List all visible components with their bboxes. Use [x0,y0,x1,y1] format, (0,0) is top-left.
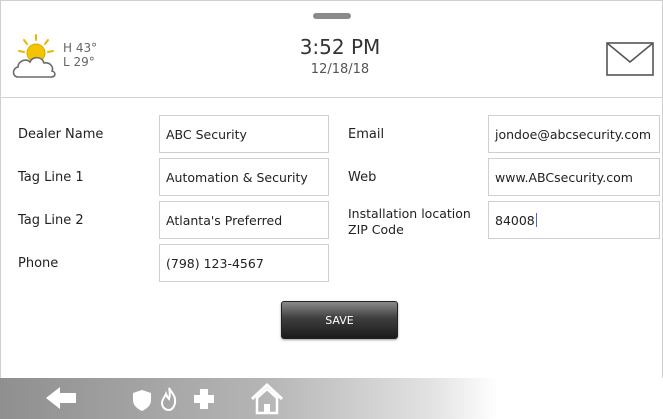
tag-line-1-label: Tag Line 1 [18,170,84,185]
tag-line-2-field[interactable]: Atlanta's Preferred [159,201,329,239]
fire-icon[interactable] [158,378,180,419]
temperature-low: L 29° [63,55,95,69]
zip-label: Installation location ZIP Code [348,206,471,237]
pull-down-handle[interactable] [313,13,351,19]
back-arrow-icon[interactable] [42,378,82,419]
header-divider [0,97,663,98]
dealer-name-label: Dealer Name [18,127,104,142]
bottom-nav-bar [0,378,663,419]
phone-label: Phone [18,256,59,271]
temperature-high: H 43° [63,41,98,55]
text-cursor [535,213,537,227]
home-icon[interactable] [249,378,285,419]
phone-field[interactable]: (798) 123-4567 [159,244,329,282]
weather-widget: H 43° L 29° [10,33,120,83]
partly-sunny-icon [12,34,56,78]
shield-icon[interactable] [130,378,154,419]
medical-cross-icon[interactable] [191,378,217,419]
tag-line-1-field[interactable]: Automation & Security [159,158,329,196]
clock-date: 12/18/18 [310,62,370,77]
save-button[interactable]: SAVE [281,301,398,339]
email-label: Email [348,127,385,142]
clock-time: 3:52 PM [299,35,381,59]
tag-line-2-label: Tag Line 2 [18,213,84,228]
envelope-icon[interactable] [606,42,654,76]
dealer-name-field[interactable]: ABC Security [159,115,329,153]
web-field[interactable]: www.ABCsecurity.com [488,158,660,196]
zip-value: 84008 [495,212,535,228]
zip-field[interactable]: 84008 [488,201,660,239]
web-label: Web [348,170,377,185]
email-field[interactable]: jondoe@abcsecurity.com [488,115,660,153]
